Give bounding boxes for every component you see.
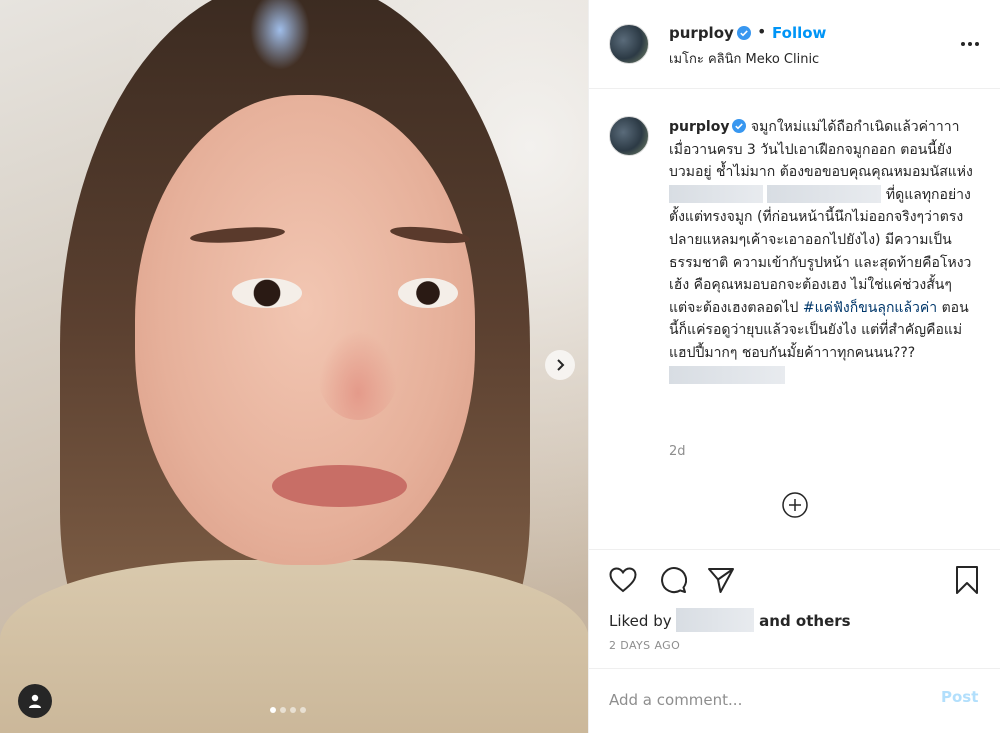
verified-badge-icon <box>736 26 751 40</box>
plus-circle-icon <box>782 492 808 518</box>
more-options-icon <box>961 42 965 46</box>
carousel-dot <box>270 707 276 713</box>
caption-text: purploy จมูกใหม่แม่ได้ถือกำเนิดแล้วค่าาา… <box>669 116 974 387</box>
comment-bar: Post <box>589 668 1000 733</box>
bookmark-icon <box>956 566 978 594</box>
share-button[interactable] <box>705 564 737 596</box>
chevron-right-icon <box>557 359 565 371</box>
redacted-mention <box>767 184 882 203</box>
hashtag-link[interactable]: #แค่ฟังก็ขนลุกแล้วค่า <box>803 300 937 316</box>
post-actions: Liked by and others 2 DAYS AGO Post <box>589 549 1000 733</box>
carousel-dot <box>300 707 306 713</box>
comment-input[interactable] <box>609 687 929 713</box>
more-options-icon-dot <box>975 42 979 46</box>
redacted-mention <box>669 184 763 203</box>
comment-bubble-icon <box>661 567 687 594</box>
carousel-dot <box>290 707 296 713</box>
load-more-comments-button[interactable] <box>781 491 809 519</box>
photo-eye-right <box>398 278 458 308</box>
post-date[interactable]: 2 DAYS AGO <box>609 639 680 652</box>
location-link[interactable]: เมโกะ คลินิก Meko Clinic <box>669 48 819 69</box>
post-photo[interactable] <box>0 0 589 733</box>
post-header: purploy • Follow เมโกะ คลินิก Meko Clini… <box>589 0 1000 89</box>
carousel-dot <box>280 707 286 713</box>
caption-part-2: ที่ดูแลทุกอย่างตั้งแต่ทรงจมูก (ที่ก่อนหน… <box>669 186 972 316</box>
separator-bullet: • <box>757 22 767 41</box>
save-button[interactable] <box>951 564 983 596</box>
photo-lips <box>272 465 407 507</box>
caption-username-link[interactable]: purploy <box>669 119 747 135</box>
caption-username-text: purploy <box>669 119 730 135</box>
caption-time-ago[interactable]: 2d <box>669 444 686 459</box>
liked-by-others-link[interactable]: and others <box>759 612 850 630</box>
user-icon <box>29 694 41 708</box>
heart-icon <box>609 567 637 593</box>
header-username-link[interactable]: purploy <box>669 24 751 42</box>
avatar[interactable] <box>609 24 649 64</box>
comment-button[interactable] <box>657 564 689 596</box>
carousel-indicator <box>270 707 306 713</box>
redacted-username <box>676 608 755 632</box>
paper-plane-icon <box>708 568 734 593</box>
tagged-users-button[interactable] <box>18 684 52 718</box>
verified-badge-icon <box>732 119 747 133</box>
photo-nose <box>318 330 398 420</box>
more-options-icon-dot <box>968 42 972 46</box>
follow-button[interactable]: Follow <box>772 24 826 42</box>
redacted-content <box>669 365 785 384</box>
username-text: purploy <box>669 24 734 42</box>
post-side-panel: purploy • Follow เมโกะ คลินิก Meko Clini… <box>589 0 1000 733</box>
liked-by-line: Liked by and others <box>609 608 851 632</box>
carousel-next-button[interactable] <box>545 350 575 380</box>
caption-area: purploy จมูกใหม่แม่ได้ถือกำเนิดแล้วค่าาา… <box>589 90 1000 549</box>
photo-eye-left <box>232 278 302 308</box>
liked-by-prefix: Liked by <box>609 612 672 630</box>
like-button[interactable] <box>607 564 639 596</box>
caption-avatar[interactable] <box>609 116 649 156</box>
more-options-button[interactable] <box>957 36 983 52</box>
post-comment-button[interactable]: Post <box>941 688 978 706</box>
